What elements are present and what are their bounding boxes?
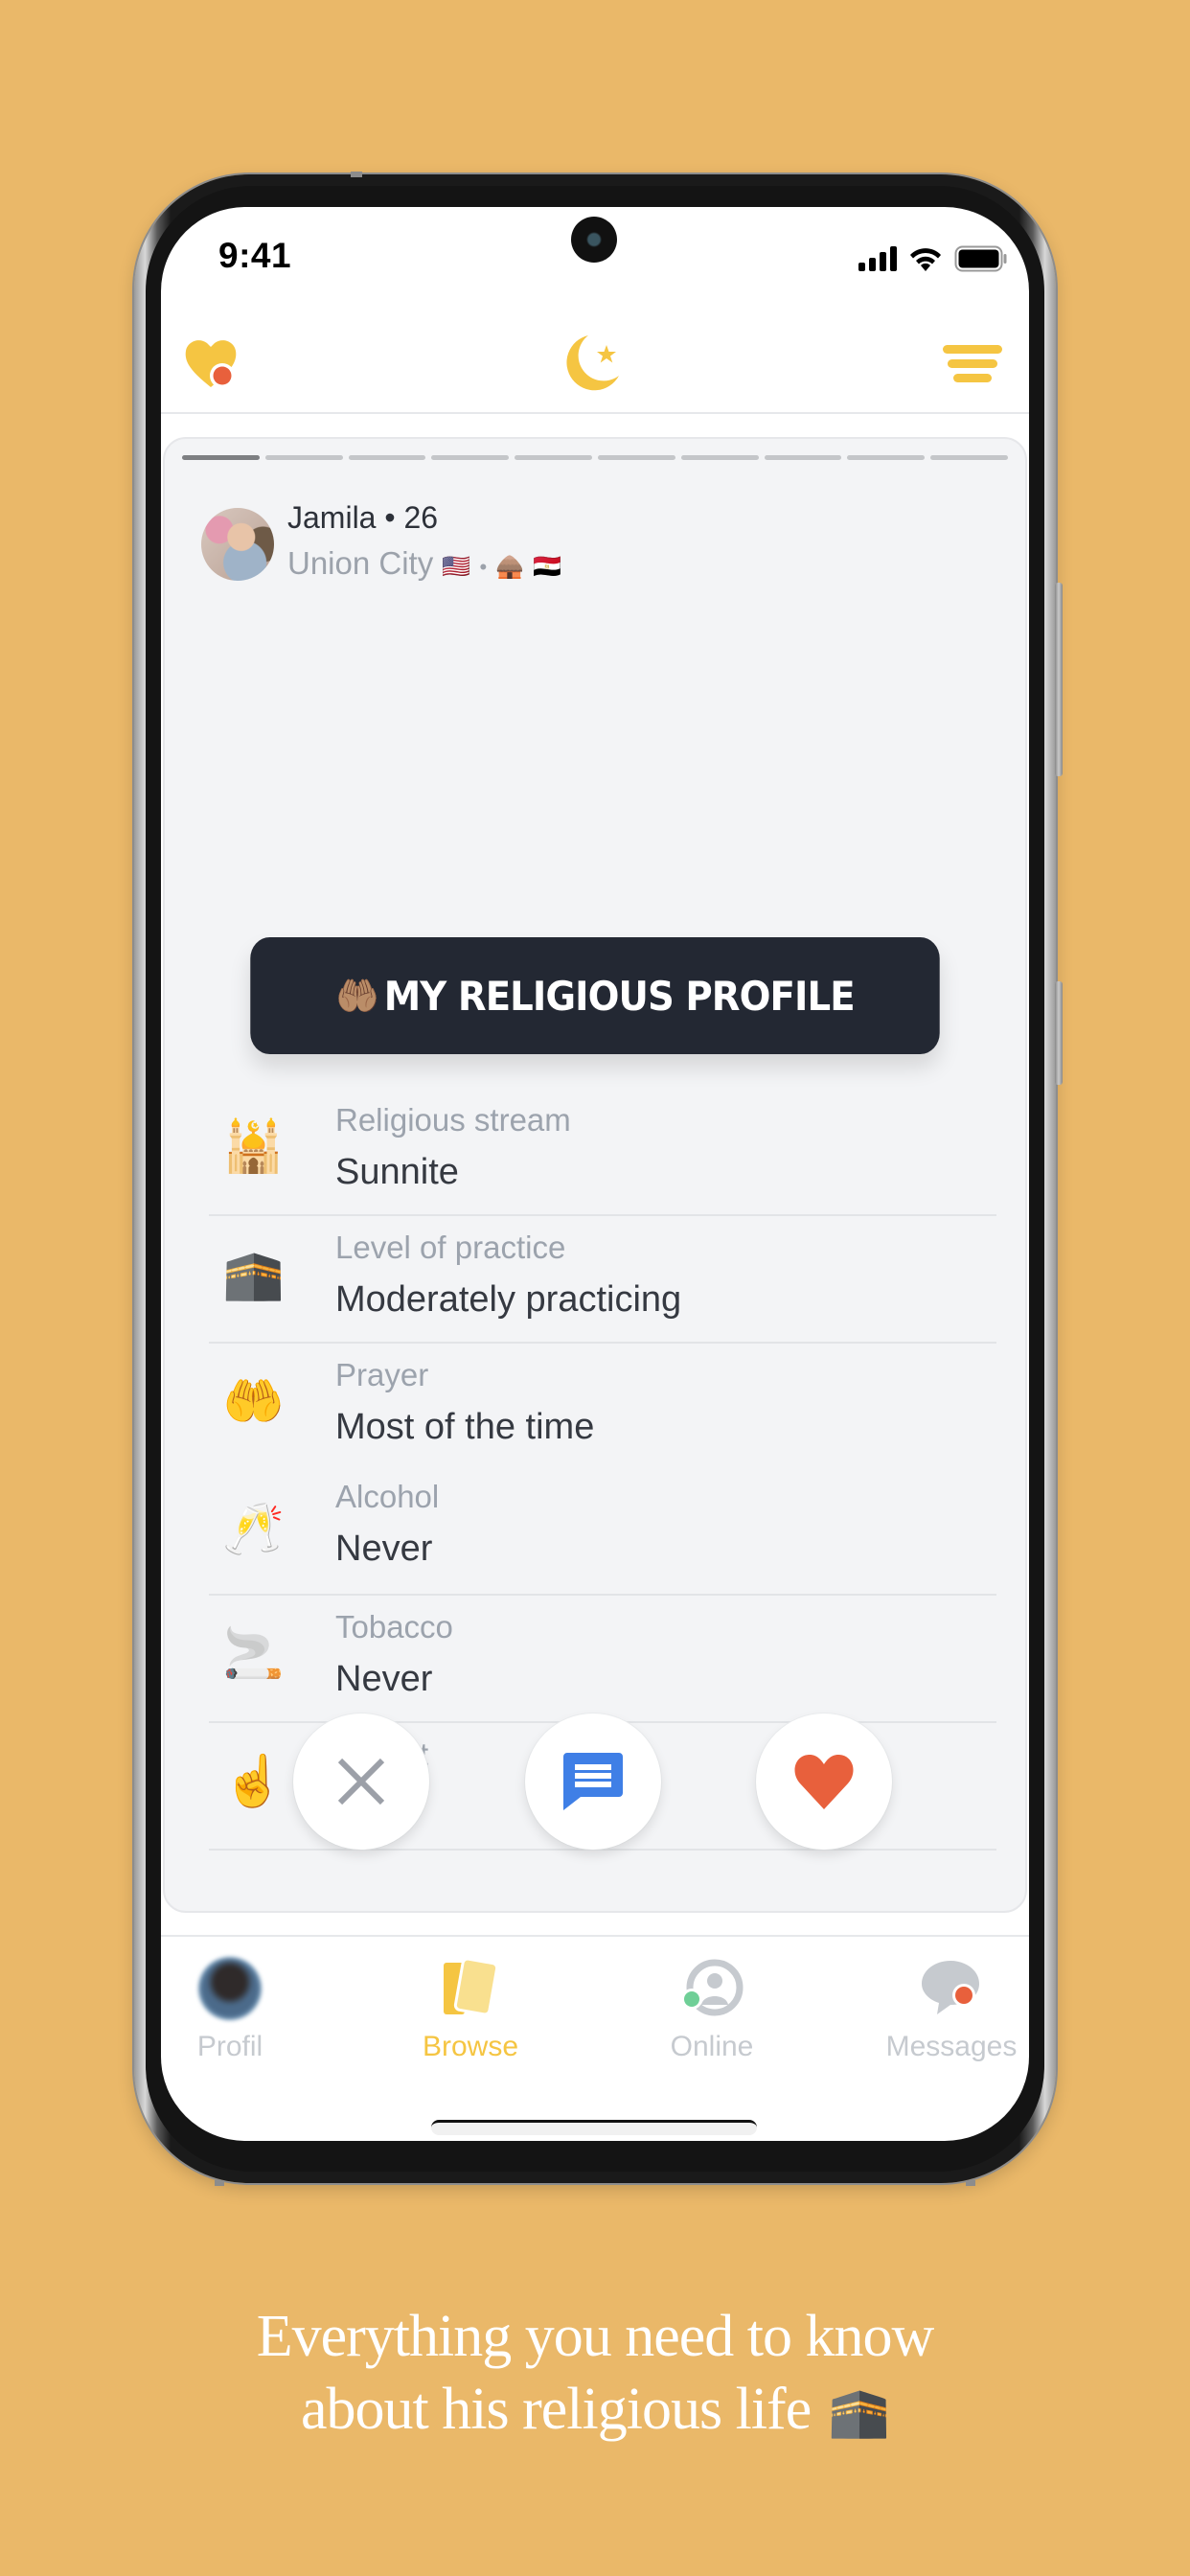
row-value: Sunnite	[335, 1152, 459, 1192]
palms-up-icon: 🤲	[222, 1374, 285, 1430]
caption-line-1: Everything you need to know	[256, 2304, 935, 2369]
bottom-tab-bar: Profil Browse Online Messages	[161, 1935, 1029, 2062]
list-item-level-of-practice: 🕋 Level of practice Moderately practicin…	[209, 1216, 996, 1344]
progress-segment-active	[182, 455, 260, 460]
status-icons	[858, 245, 1008, 272]
mosque-icon: 🕌	[222, 1119, 285, 1175]
location-city: Union City	[287, 545, 434, 581]
hut-icon: 🛖	[495, 554, 525, 580]
status-bar: 9:41	[161, 207, 1029, 312]
status-time: 9:41	[218, 236, 292, 275]
row-label: Tobacco	[335, 1609, 453, 1644]
progress-segment	[930, 455, 1008, 460]
frame-antenna-mark	[215, 2180, 224, 2186]
tab-label: Browse	[422, 2031, 519, 2062]
progress-segment	[680, 455, 759, 460]
tab-online[interactable]: Online	[616, 1954, 808, 2063]
photo-progress-indicator	[182, 455, 1008, 460]
app-header	[161, 312, 1029, 414]
avatar[interactable]	[201, 508, 274, 581]
champagne-glasses-icon: 🥂	[222, 1502, 285, 1557]
row-label: Alcohol	[335, 1479, 440, 1514]
tab-messages[interactable]: Messages	[856, 1954, 1029, 2063]
religious-profile-button[interactable]: 🤲🏽 MY RELIGIOUS PROFILE	[250, 937, 940, 1054]
profile-location: Union City 🇺🇸 • 🛖 🇪🇬	[287, 539, 561, 592]
crescent-star-logo-icon	[561, 332, 625, 395]
egypt-flag-icon: 🇪🇬	[533, 554, 562, 580]
list-item-tobacco: 🚬 Tobacco Never	[209, 1596, 996, 1723]
tab-label: Online	[670, 2031, 754, 2062]
row-value: Moderately practicing	[335, 1279, 682, 1320]
list-item-prayer: 🤲 Prayer Most of the time	[209, 1344, 996, 1471]
volume-button	[1055, 583, 1063, 776]
home-indicator[interactable]	[431, 2120, 757, 2135]
location-separator: •	[479, 555, 488, 579]
progress-segment	[515, 455, 592, 460]
row-label: Religious stream	[335, 1102, 571, 1138]
close-icon	[337, 1758, 385, 1806]
palms-up-icon: 🤲🏽	[335, 974, 379, 1019]
cards-icon	[436, 1954, 505, 2023]
chat-bubble-icon	[563, 1753, 623, 1810]
progress-segment	[847, 455, 926, 460]
frame-antenna-mark	[351, 172, 362, 177]
marketing-caption: Everything you need to know about his re…	[0, 2300, 1190, 2450]
message-button[interactable]	[525, 1714, 661, 1850]
kaaba-icon: 🕋	[222, 1247, 285, 1302]
caption-line-2: about his religious life 🕋	[0, 2373, 1190, 2450]
row-value: Never	[335, 1529, 433, 1569]
online-users-icon	[677, 1954, 746, 2023]
battery-icon	[954, 245, 1008, 272]
power-button	[1055, 981, 1063, 1085]
list-item-alcohol: 🥂 Alcohol Never	[209, 1471, 996, 1596]
progress-segment	[764, 455, 842, 460]
progress-segment	[348, 455, 426, 460]
pointing-up-icon: ☝️	[222, 1754, 285, 1809]
us-flag-icon: 🇺🇸	[442, 554, 471, 580]
profile-header[interactable]: Jamila • 26 Union City 🇺🇸 • 🛖 🇪🇬	[201, 496, 561, 592]
profile-name-age: Jamila • 26	[287, 500, 439, 535]
frame-antenna-mark	[966, 2180, 975, 2186]
like-button[interactable]	[756, 1714, 892, 1850]
row-value: Most of the time	[335, 1407, 595, 1447]
heart-notification-icon[interactable]	[182, 334, 240, 391]
progress-segment	[264, 455, 343, 460]
list-item-religious-stream: 🕌 Religious stream Sunnite	[209, 1089, 996, 1216]
user-avatar-icon	[198, 1957, 262, 2020]
kaaba-icon: 🕋	[828, 2385, 890, 2440]
pass-button[interactable]	[293, 1714, 429, 1850]
row-label: Level of practice	[335, 1230, 566, 1265]
heart-icon	[794, 1754, 854, 1809]
row-label: Prayer	[335, 1357, 429, 1392]
tab-browse[interactable]: Browse	[375, 1954, 566, 2063]
tab-label: Messages	[885, 2031, 1018, 2062]
progress-segment	[431, 455, 510, 460]
cigarette-icon: 🚬	[222, 1626, 285, 1682]
religious-profile-label: MY RELIGIOUS PROFILE	[383, 972, 856, 1020]
phone-screen: 9:41 Jamila • 26 Union City 🇺🇸 • 🛖 🇪🇬 🤲🏽…	[161, 207, 1029, 2141]
wifi-icon	[908, 245, 943, 272]
messages-icon	[917, 1954, 986, 2023]
caption-line-2-text: about his religious life	[301, 2377, 812, 2442]
progress-segment	[597, 455, 675, 460]
tab-label: Profil	[196, 2031, 263, 2062]
filter-menu-icon[interactable]	[943, 345, 1002, 383]
row-value: Never	[335, 1659, 433, 1699]
front-camera	[571, 217, 617, 263]
tab-profil[interactable]: Profil	[161, 1954, 326, 2063]
profile-card[interactable]: Jamila • 26 Union City 🇺🇸 • 🛖 🇪🇬 🤲🏽 MY R…	[163, 437, 1027, 1913]
cellular-signal-icon	[858, 246, 897, 271]
